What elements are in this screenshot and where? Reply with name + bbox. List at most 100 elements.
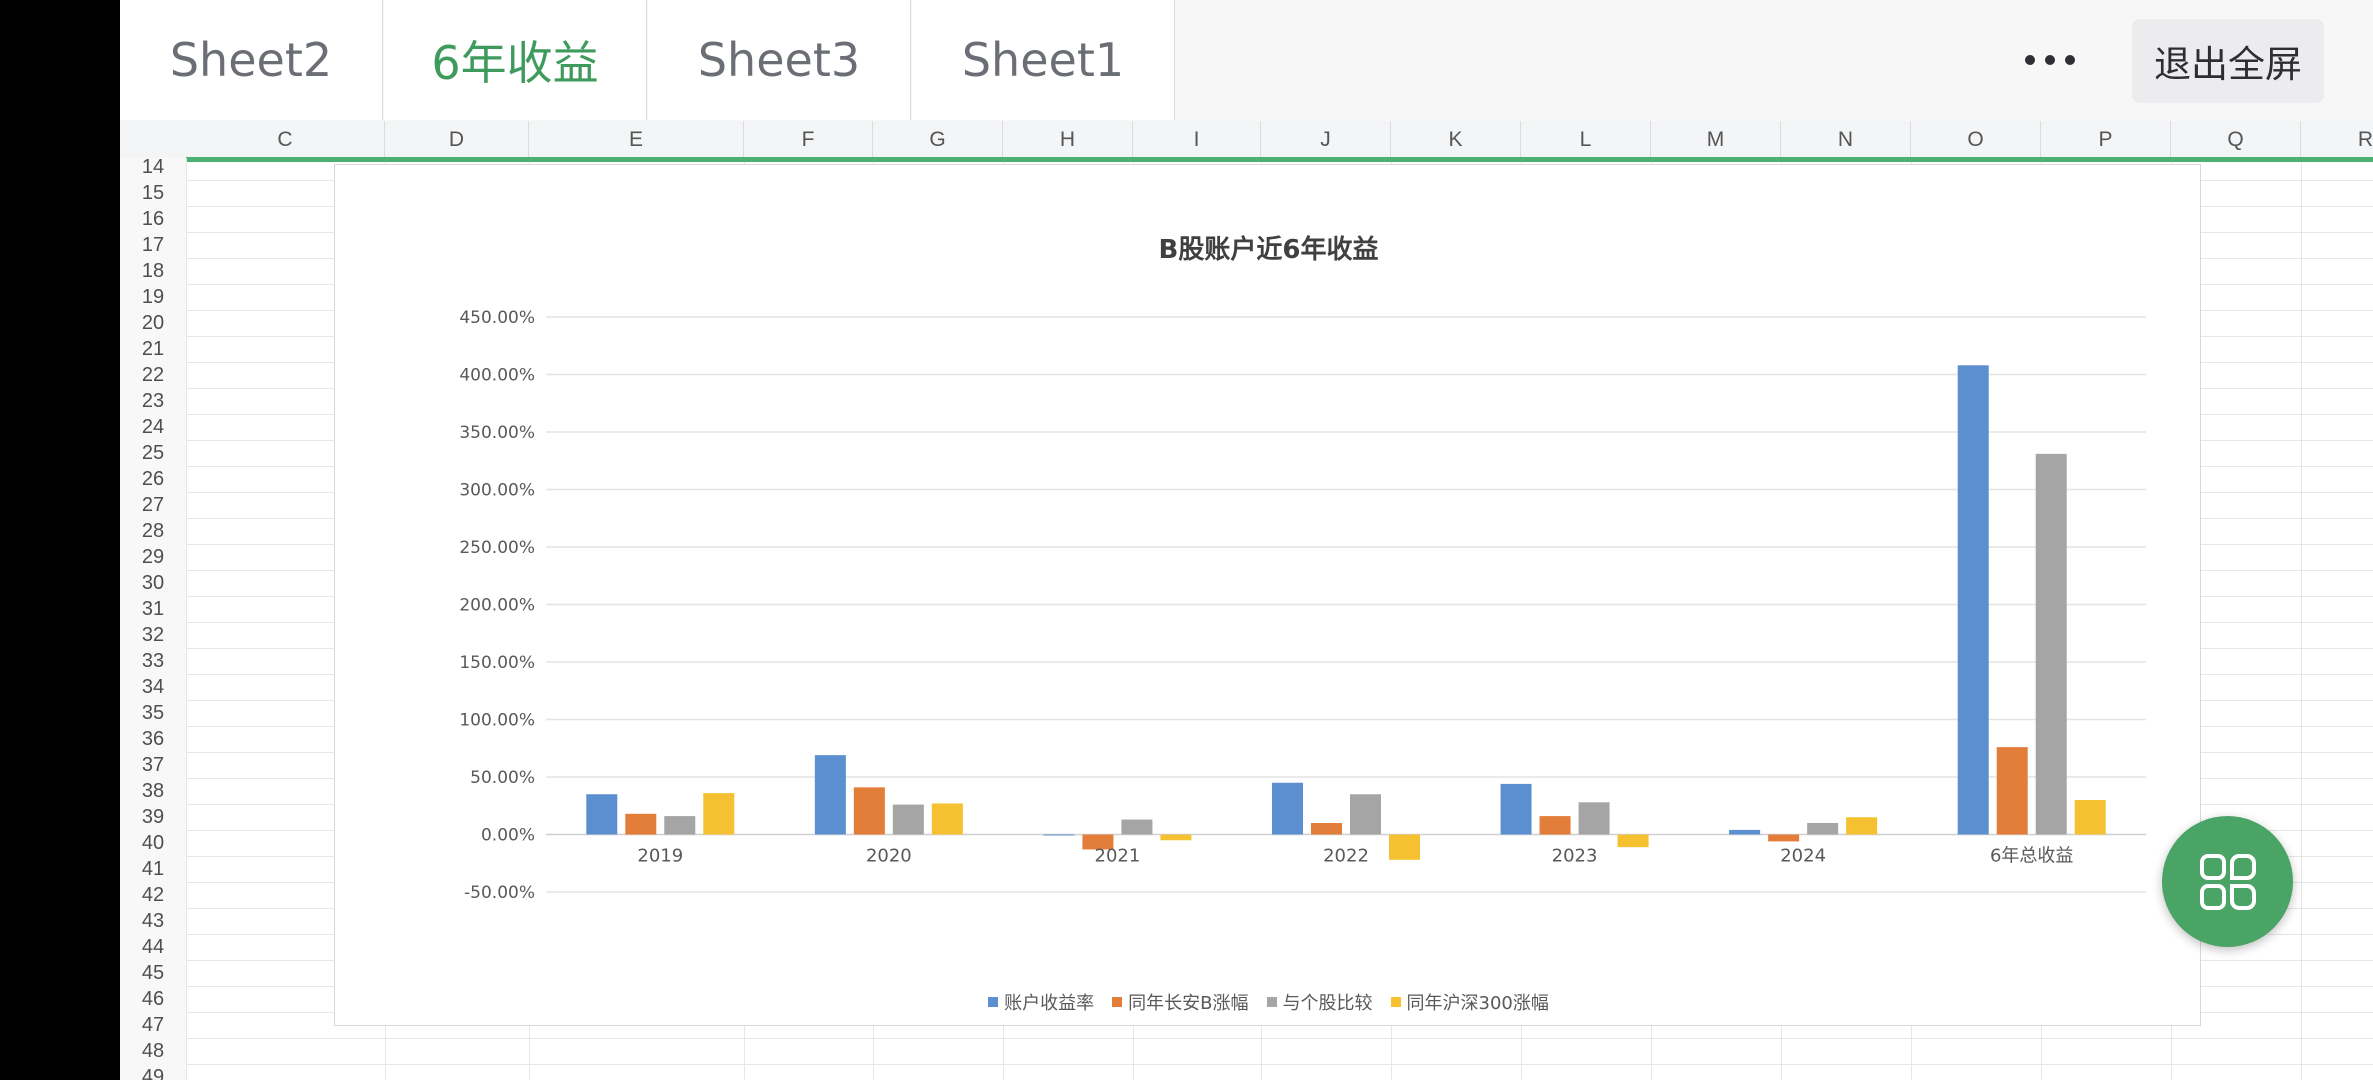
column-header-cell[interactable]: G xyxy=(873,121,1003,158)
row-header-cell[interactable]: 14 xyxy=(120,154,186,180)
legend-label: 同年沪深300涨幅 xyxy=(1406,993,1549,1014)
bar xyxy=(2074,800,2106,835)
row-header-cell[interactable]: 26 xyxy=(120,466,186,492)
bar xyxy=(814,755,846,835)
x-tick-label: 2022 xyxy=(1323,846,1369,867)
column-header-cell[interactable]: N xyxy=(1781,121,1911,158)
row-header-cell[interactable]: 29 xyxy=(120,544,186,570)
y-tick-label: 100.00% xyxy=(459,711,535,731)
x-tick-label: 2023 xyxy=(1552,846,1598,867)
x-tick-label: 2021 xyxy=(1095,846,1141,867)
legend-item: 同年沪深300涨幅 xyxy=(1390,989,1549,1015)
tab-6-year-returns[interactable]: 6年收益 xyxy=(384,0,647,120)
tab-sheet2[interactable]: Sheet2 xyxy=(120,0,383,120)
row-header-cell[interactable]: 28 xyxy=(120,518,186,544)
row-header-cell[interactable]: 17 xyxy=(120,232,186,258)
row-header-cell[interactable]: 35 xyxy=(120,700,186,726)
column-header-cell[interactable]: Q xyxy=(2171,121,2301,158)
bar xyxy=(1768,834,1800,842)
row-header-cell[interactable]: 19 xyxy=(120,284,186,310)
row-header-cell[interactable]: 46 xyxy=(120,986,186,1012)
row-header-cell[interactable]: 23 xyxy=(120,388,186,414)
row-header-cell[interactable]: 34 xyxy=(120,674,186,700)
bar xyxy=(664,816,696,835)
apps-grid-icon[interactable] xyxy=(2162,816,2293,947)
legend-swatch xyxy=(1266,997,1277,1007)
column-header-cell[interactable]: O xyxy=(1911,121,2041,158)
row-header-cell[interactable]: 48 xyxy=(120,1038,186,1064)
column-header: CDEFGHIJKLMNOPQR xyxy=(120,121,2373,159)
more-dots-icon[interactable] xyxy=(2000,30,2100,90)
y-tick-label: 150.00% xyxy=(459,653,535,673)
exit-fullscreen-button[interactable]: 退出全屏 xyxy=(2132,19,2324,103)
sheet-tab-bar: Sheet2 6年收益 Sheet3 Sheet1 退出全屏 xyxy=(120,0,2373,122)
row-header-cell[interactable]: 20 xyxy=(120,310,186,336)
bar xyxy=(1807,823,1839,835)
legend-label: 同年长安B涨幅 xyxy=(1128,993,1249,1014)
y-tick-label: 50.00% xyxy=(470,768,535,788)
row-header-cell[interactable]: 49 xyxy=(120,1064,186,1080)
column-header-cell[interactable]: D xyxy=(385,121,529,158)
column-header-cell[interactable]: R xyxy=(2301,121,2373,158)
row-header-cell[interactable]: 47 xyxy=(120,1012,186,1038)
y-tick-label: 250.00% xyxy=(459,538,535,558)
bar xyxy=(1389,834,1420,860)
y-tick-label: 300.00% xyxy=(459,481,535,501)
row-header-cell[interactable]: 33 xyxy=(120,648,186,674)
row-header-cell[interactable]: 21 xyxy=(120,336,186,362)
row-header-cell[interactable]: 24 xyxy=(120,414,186,440)
row-header-cell[interactable]: 18 xyxy=(120,258,186,284)
column-header-cell[interactable]: M xyxy=(1651,121,1781,158)
row-header-cell[interactable]: 22 xyxy=(120,362,186,388)
tab-sheet1[interactable]: Sheet1 xyxy=(912,0,1175,120)
row-header-cell[interactable]: 25 xyxy=(120,440,186,466)
column-header-cell[interactable]: L xyxy=(1521,121,1651,158)
row-header-cell[interactable]: 27 xyxy=(120,492,186,518)
row-header-cell[interactable]: 31 xyxy=(120,596,186,622)
row-header-cell[interactable]: 36 xyxy=(120,726,186,752)
legend-swatch xyxy=(988,997,999,1007)
bar xyxy=(2035,453,2067,835)
y-tick-label: 0.00% xyxy=(481,826,535,846)
column-header-cell[interactable]: K xyxy=(1391,121,1521,158)
bar xyxy=(1311,823,1342,835)
row-header-cell[interactable]: 37 xyxy=(120,752,186,778)
row-header-cell[interactable]: 15 xyxy=(120,180,186,206)
legend-item: 账户收益率 xyxy=(988,989,1094,1015)
bar xyxy=(892,804,924,835)
legend-swatch xyxy=(1112,997,1123,1007)
row-header-cell[interactable]: 44 xyxy=(120,934,186,960)
row-header-cell[interactable]: 40 xyxy=(120,830,186,856)
column-header-cell[interactable]: I xyxy=(1133,121,1261,158)
chart[interactable]: 450.00% 400.00% 350.00% 300.00% 250.00% 200.0… xyxy=(334,164,2201,1026)
row-header-cell[interactable]: 30 xyxy=(120,570,186,596)
bar xyxy=(703,793,735,835)
column-header-cell[interactable]: H xyxy=(1003,121,1133,158)
bar xyxy=(1846,817,1878,835)
chart-title: B股账户近6年收益 xyxy=(1158,235,1379,265)
column-header-cell[interactable]: P xyxy=(2041,121,2171,158)
y-tick-label: 350.00% xyxy=(459,423,535,443)
row-header-cell[interactable]: 41 xyxy=(120,856,186,882)
row-header-cell[interactable]: 43 xyxy=(120,908,186,934)
column-header-cell[interactable]: F xyxy=(744,121,873,158)
row-header-cell[interactable]: 42 xyxy=(120,882,186,908)
bar xyxy=(1160,834,1192,841)
bar xyxy=(1272,782,1303,835)
column-header-cell[interactable]: C xyxy=(186,121,385,158)
column-header-cell[interactable]: J xyxy=(1261,121,1391,158)
bar xyxy=(1617,834,1649,848)
row-header-cell[interactable]: 45 xyxy=(120,960,186,986)
bar xyxy=(1729,829,1761,835)
y-tick-label: 200.00% xyxy=(459,596,535,616)
row-header-cell[interactable]: 16 xyxy=(120,206,186,232)
row-header-cell[interactable]: 39 xyxy=(120,804,186,830)
bar xyxy=(1121,819,1153,835)
y-tick-label: 400.00% xyxy=(459,366,535,386)
row-header-cell[interactable]: 32 xyxy=(120,622,186,648)
column-header-cell[interactable]: E xyxy=(529,121,744,158)
apps-grid-glyph xyxy=(2199,853,2256,910)
tab-sheet3[interactable]: Sheet3 xyxy=(648,0,911,120)
bar xyxy=(1043,834,1075,836)
row-header-cell[interactable]: 38 xyxy=(120,778,186,804)
